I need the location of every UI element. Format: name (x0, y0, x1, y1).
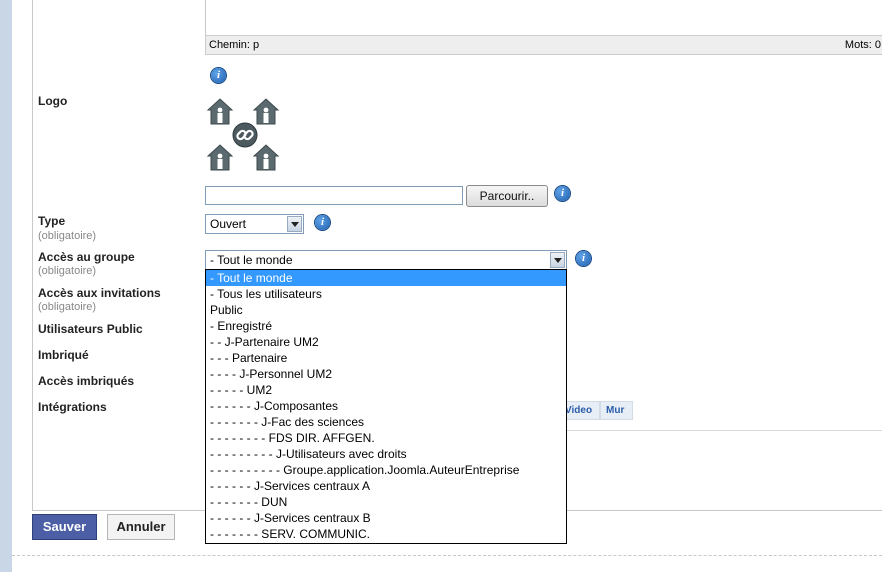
dropdown-option[interactable]: - - - - - - J-Services centraux B (206, 510, 566, 526)
dropdown-option[interactable]: - - J-Partenaire UM2 (206, 334, 566, 350)
dropdown-option[interactable]: - - - - - - J-Services centraux A (206, 478, 566, 494)
browse-button[interactable]: Parcourir.. (466, 185, 548, 207)
editor-word-count: Mots: 0 (844, 39, 881, 51)
dropdown-option[interactable]: - - - - - - - SERV. COMMUNIC. (206, 526, 566, 542)
chevron-down-icon[interactable] (287, 216, 302, 232)
acces-invitations-required-note: (obligatoire) (38, 301, 97, 313)
dropdown-option[interactable]: - Tout le monde (206, 270, 566, 286)
editor-status-bar: Chemin: p Mots: 0 (205, 35, 882, 55)
dropdown-option[interactable]: - - - - J-Personnel UM2 (206, 366, 566, 382)
logo-file-input[interactable] (205, 186, 463, 205)
info-icon[interactable]: i (211, 68, 226, 83)
integrations-label: Intégrations (38, 400, 107, 414)
dropdown-option[interactable]: - Enregistré (206, 318, 566, 334)
dropdown-option[interactable]: - - - - - - J-Composantes (206, 398, 566, 414)
dropdown-option[interactable]: - - - - - - - J-Fac des sciences (206, 414, 566, 430)
acces-groupe-select[interactable]: - Tout le monde (205, 250, 567, 270)
acces-groupe-select-value: - Tout le monde (210, 253, 293, 267)
acces-groupe-dropdown-list[interactable]: - Tout le monde - Tous les utilisateurs Pu… (205, 269, 567, 544)
acces-groupe-required-note: (obligatoire) (38, 265, 97, 277)
editor-content-area[interactable] (205, 0, 882, 35)
cancel-button[interactable]: Annuler (107, 514, 175, 540)
type-required-note: (obligatoire) (38, 230, 97, 242)
info-icon[interactable]: i (576, 251, 591, 266)
dropdown-option[interactable]: - - - - - - - - FDS DIR. AFFGEN. (206, 430, 566, 446)
dropdown-option[interactable]: - - - Partenaire (206, 350, 566, 366)
dropdown-option[interactable]: - Tous les utilisateurs (206, 286, 566, 302)
imbrique-label: Imbriqué (38, 348, 89, 362)
chevron-down-icon[interactable] (550, 252, 565, 268)
group-logo-icon (206, 98, 280, 171)
info-icon[interactable]: i (555, 186, 570, 201)
acces-invitations-label: Accès aux invitations (38, 286, 161, 300)
dropdown-option[interactable]: Public (206, 302, 566, 318)
info-icon[interactable]: i (315, 215, 330, 230)
dropdown-option[interactable]: - - - - - UM2 (206, 382, 566, 398)
acces-groupe-label: Accès au groupe (38, 250, 135, 264)
utilisateurs-public-label: Utilisateurs Public (38, 322, 143, 336)
editor-path: Chemin: p (209, 39, 260, 51)
acces-imbriques-label: Accès imbriqués (38, 374, 135, 388)
left-rail (0, 0, 12, 572)
tab-mur[interactable]: Mur (600, 401, 633, 420)
type-select-value: Ouvert (210, 217, 247, 231)
save-button[interactable]: Sauver (32, 514, 97, 540)
integrations-divider (567, 430, 882, 431)
footer-divider (12, 555, 882, 556)
dropdown-option[interactable]: - - - - - - - - - J-Utilisateurs avec dr… (206, 446, 566, 462)
logo-label: Logo (38, 94, 68, 108)
dropdown-option[interactable]: - - - - - - - - - - Groupe.application.J… (206, 462, 566, 478)
type-label: Type (38, 214, 66, 228)
type-select[interactable]: Ouvert (205, 214, 304, 234)
dropdown-option[interactable]: - - - - - - - DUN (206, 494, 566, 510)
